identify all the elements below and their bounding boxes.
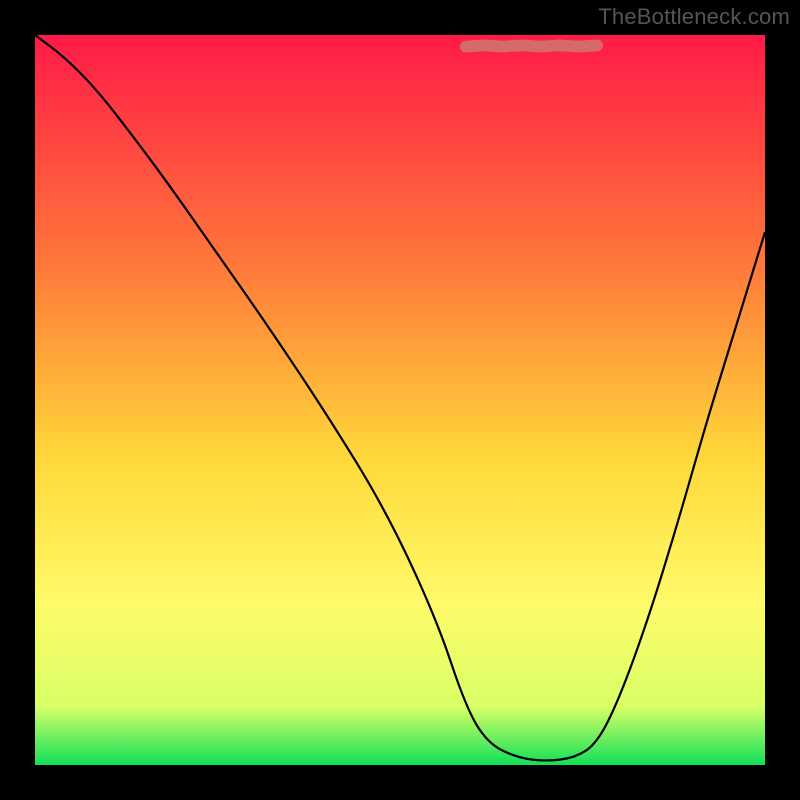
chart-container: TheBottleneck.com <box>0 0 800 800</box>
plot-area <box>35 35 765 765</box>
chart-svg <box>35 35 765 765</box>
optimum-band <box>466 45 597 46</box>
watermark-text: TheBottleneck.com <box>598 4 790 30</box>
gradient-background <box>35 35 765 765</box>
